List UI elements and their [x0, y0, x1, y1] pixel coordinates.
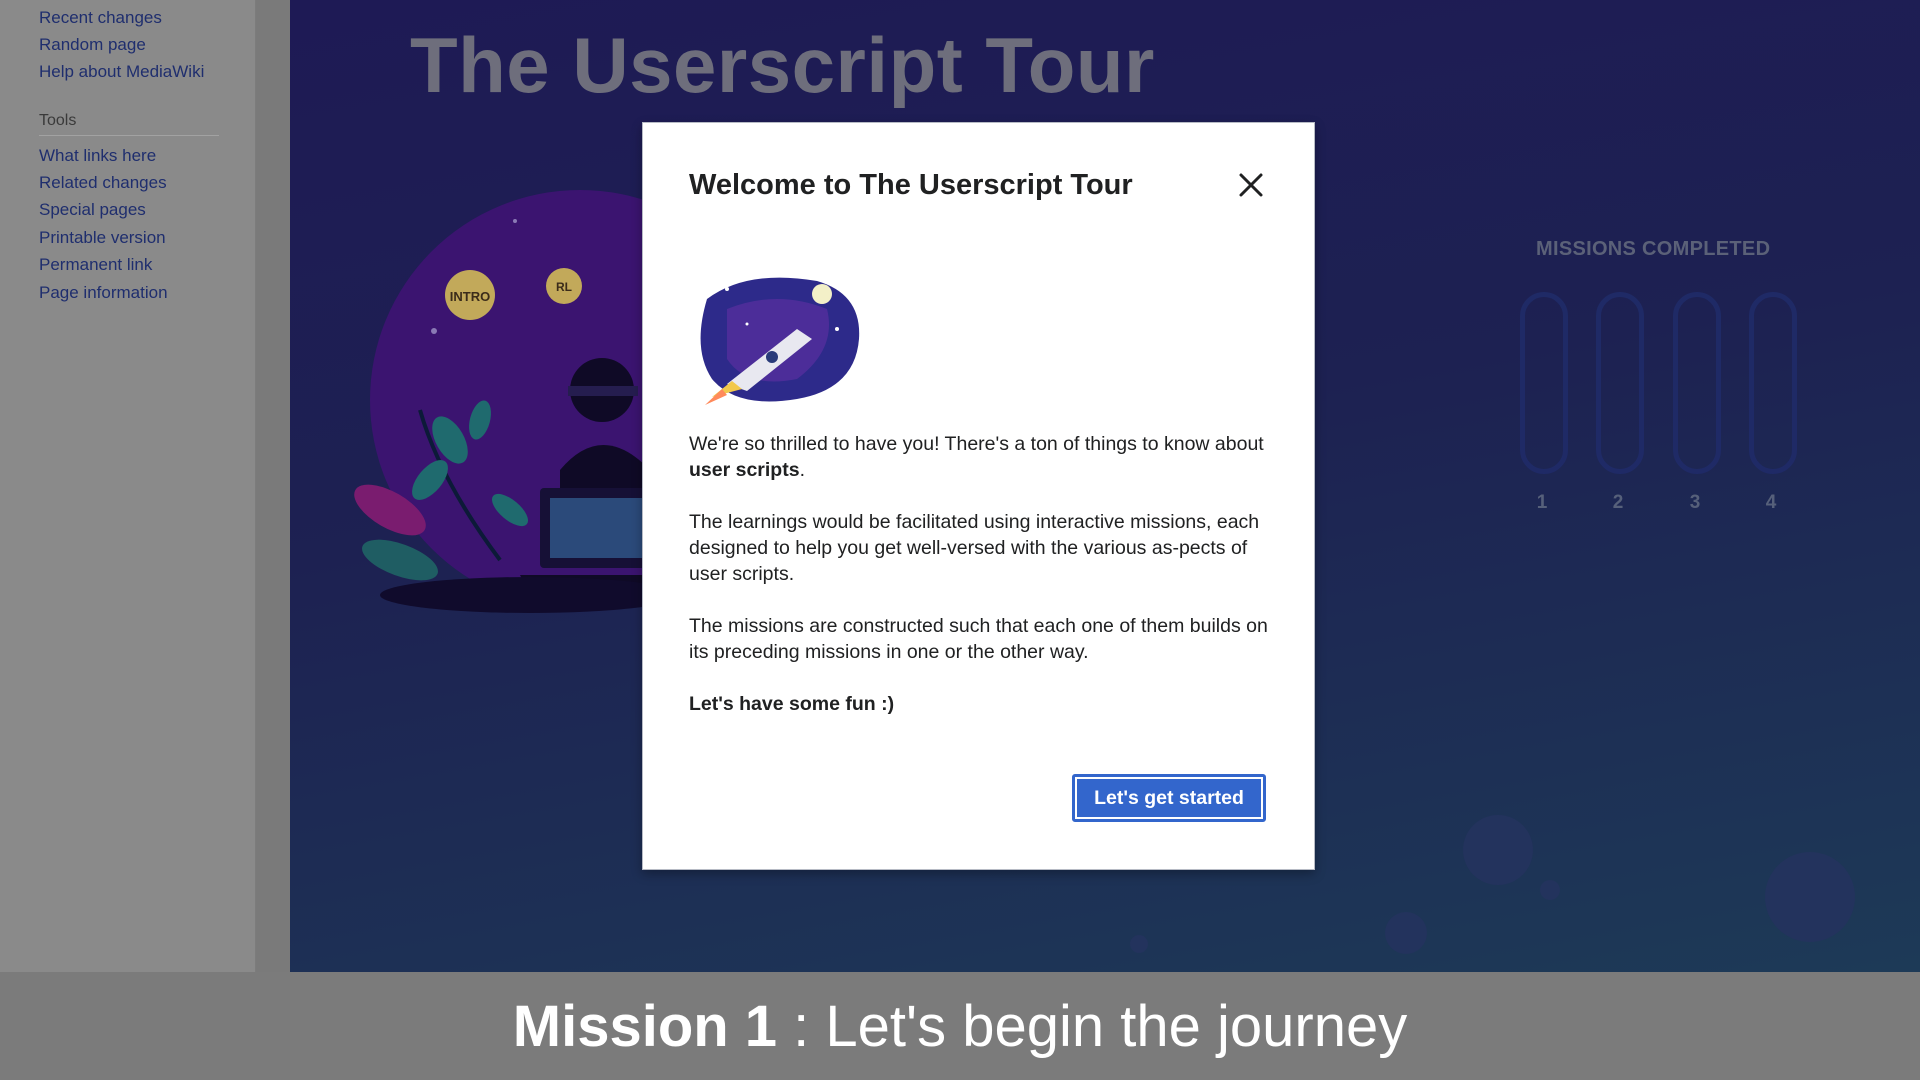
mission-number-3: 3: [1689, 492, 1701, 513]
mission-caption: Mission 1 : Let's begin the journey: [0, 972, 1920, 1080]
svg-text:INTRO: INTRO: [450, 289, 490, 304]
caption-mission-title: : Let's begin the journey: [777, 993, 1408, 1059]
nav-random-page-link[interactable]: Random page: [39, 35, 146, 55]
svg-text:RL: RL: [556, 280, 572, 294]
decor-bubble: [1540, 880, 1560, 900]
tools-special-pages-link[interactable]: Special pages: [39, 200, 146, 220]
dialog-fun-paragraph: Let's have some fun :): [689, 693, 895, 715]
nav-recent-changes-link[interactable]: Recent changes: [39, 8, 162, 28]
mission-number-4: 4: [1765, 492, 1777, 513]
lets-get-started-button[interactable]: Let's get started: [1072, 774, 1266, 822]
dialog-title: Welcome to The Userscript Tour: [689, 169, 1133, 201]
user-scripts-emphasis: user scripts: [689, 459, 800, 481]
intro-text: We're so thrilled to have you! There's a…: [689, 433, 1264, 455]
decor-bubble: [1385, 912, 1427, 954]
decor-bubble: [1130, 935, 1148, 953]
intro-badge: INTRO: [445, 270, 495, 320]
dialog-missions-paragraph: The learnings would be facilitated using…: [689, 511, 1260, 585]
tools-related-changes-link[interactable]: Related changes: [39, 173, 167, 193]
mission-slot-2: [1596, 292, 1644, 474]
tools-page-information-link[interactable]: Page information: [39, 283, 168, 303]
tools-heading: Tools: [39, 112, 77, 129]
tools-permanent-link[interactable]: Permanent link: [39, 255, 152, 275]
welcome-dialog: Welcome to The Userscript Tour We're so …: [642, 122, 1315, 870]
nav-help-link[interactable]: Help about MediaWiki: [39, 62, 204, 82]
caption-mission-number: Mission 1: [512, 993, 778, 1059]
rl-badge: RL: [546, 268, 582, 304]
close-icon[interactable]: [1231, 165, 1271, 205]
rocket-illustration: [700, 277, 860, 405]
sidebar: Recent changes Random page Help about Me…: [0, 0, 256, 972]
tools-what-links-here-link[interactable]: What links here: [39, 146, 156, 166]
caption-bar: Mission 1 : Let's begin the journey: [0, 972, 1920, 1080]
dialog-intro-paragraph: We're so thrilled to have you! There's a…: [689, 431, 1279, 483]
decor-bubble: [1463, 815, 1533, 885]
mission-slot-3: [1673, 292, 1721, 474]
ninja-coder-illustration: INTRO RL: [354, 190, 690, 613]
missions-completed-label: MISSIONS COMPLETED: [1536, 238, 1771, 260]
tools-divider: [39, 135, 219, 136]
mission-number-2: 2: [1612, 492, 1624, 513]
mission-slot-4: [1749, 292, 1797, 474]
tools-printable-version-link[interactable]: Printable version: [39, 228, 166, 248]
mission-slot-1: [1520, 292, 1568, 474]
dialog-structure-paragraph: The missions are constructed such that e…: [689, 615, 1268, 663]
intro-text-end: .: [799, 459, 805, 481]
mission-number-1: 1: [1536, 492, 1548, 513]
decor-bubble: [1765, 852, 1855, 942]
banner-title: The Userscript Tour: [410, 21, 1155, 109]
